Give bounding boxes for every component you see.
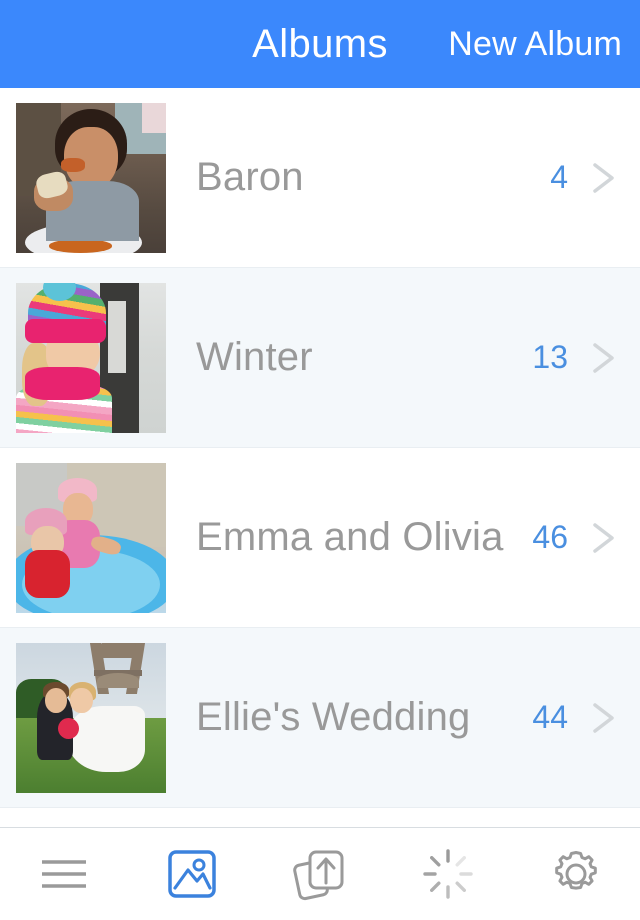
new-album-button[interactable]: New Album	[448, 23, 622, 65]
album-thumbnail	[16, 282, 166, 433]
album-title: Emma and Olivia	[196, 515, 504, 559]
album-row-emma-and-olivia[interactable]: Emma and Olivia 46	[0, 448, 640, 628]
album-row-winter[interactable]: Winter 13	[0, 268, 640, 448]
bottom-toolbar	[0, 827, 640, 920]
hamburger-menu-icon	[36, 852, 92, 896]
albums-screen: Albums New Album Baron 4 Winter 13 Emma …	[0, 0, 640, 920]
album-title: Ellie's Wedding	[196, 695, 471, 739]
toolbar-activity-button[interactable]	[384, 828, 512, 920]
album-row-ellies-wedding[interactable]: Ellie's Wedding 44	[0, 628, 640, 808]
album-thumbnail	[16, 642, 166, 793]
navigation-header: Albums New Album	[0, 0, 640, 88]
album-photo-count: 44	[532, 699, 568, 735]
album-thumbnail	[16, 102, 166, 253]
toolbar-upload-button[interactable]	[256, 828, 384, 920]
album-photo-count: 46	[532, 519, 568, 555]
photo-library-icon	[166, 848, 218, 900]
chevron-right-icon[interactable]	[586, 518, 620, 558]
chevron-right-icon[interactable]	[586, 698, 620, 738]
album-photo-count: 4	[550, 159, 568, 195]
albums-list: Baron 4 Winter 13 Emma and Olivia 46 Ell…	[0, 88, 640, 827]
album-thumbnail	[16, 462, 166, 613]
gear-icon	[549, 847, 603, 901]
album-title: Baron	[196, 155, 304, 199]
upload-icon	[291, 845, 349, 903]
chevron-right-icon[interactable]	[586, 158, 620, 198]
album-photo-count: 13	[532, 339, 568, 375]
toolbar-photos-button[interactable]	[128, 828, 256, 920]
chevron-right-icon[interactable]	[586, 338, 620, 378]
toolbar-settings-button[interactable]	[512, 828, 640, 920]
album-row-baron[interactable]: Baron 4	[0, 88, 640, 268]
spinner-icon	[421, 847, 475, 901]
toolbar-menu-button[interactable]	[0, 828, 128, 920]
album-title: Winter	[196, 335, 313, 379]
